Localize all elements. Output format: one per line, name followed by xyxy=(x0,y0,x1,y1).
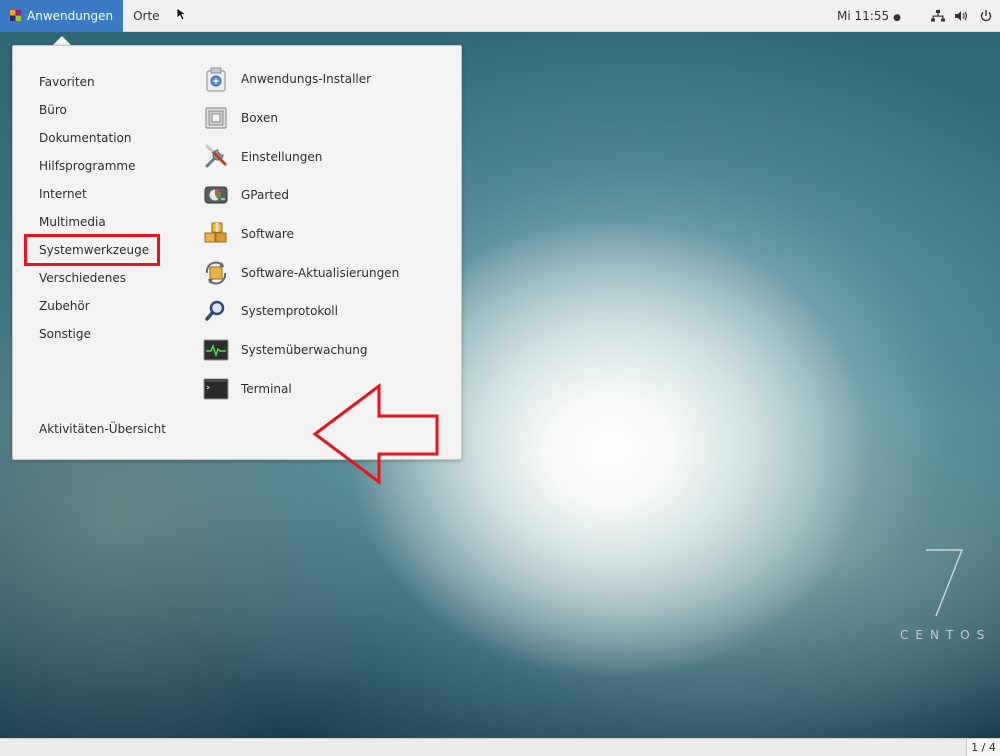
places-menu-button[interactable]: Orte xyxy=(125,0,167,32)
activities-overview-link[interactable]: Aktivitäten-Übersicht xyxy=(39,422,166,436)
category-label: Multimedia xyxy=(39,215,106,229)
category-dokumentation[interactable]: Dokumentation xyxy=(39,124,157,152)
app-label: Anwendungs-Installer xyxy=(241,72,372,87)
system-monitor-icon xyxy=(203,337,229,363)
category-internet[interactable]: Internet xyxy=(39,180,157,208)
category-sonstige[interactable]: Sonstige xyxy=(39,320,157,348)
category-favoriten[interactable]: Favoriten xyxy=(39,68,157,96)
applications-menu-label: Anwendungen xyxy=(27,8,114,23)
menu-pointer-arrow xyxy=(53,36,71,45)
category-label: Internet xyxy=(39,187,87,201)
category-label: Zubehör xyxy=(39,299,90,313)
app-label: Software xyxy=(241,227,294,242)
applications-menu-button[interactable]: Anwendungen xyxy=(0,0,124,32)
activities-overview-label: Aktivitäten-Übersicht xyxy=(39,422,166,436)
app-label: Systemüberwachung xyxy=(241,343,368,358)
terminal-icon xyxy=(203,376,229,402)
app-systemueberwachung[interactable]: Systemüberwachung xyxy=(203,331,399,370)
category-list: Favoriten Büro Dokumentation Hilfsprogra… xyxy=(23,68,161,348)
category-label: Sonstige xyxy=(39,327,91,341)
app-label: Terminal xyxy=(241,381,292,396)
network-wired-icon[interactable] xyxy=(931,10,945,22)
applications-menu: Favoriten Büro Dokumentation Hilfsprogra… xyxy=(12,45,462,485)
category-verschiedenes[interactable]: Verschiedenes xyxy=(39,264,157,292)
app-systemprotokoll[interactable]: Systemprotokoll xyxy=(203,292,399,331)
category-zubehoer[interactable]: Zubehör xyxy=(39,292,157,320)
workspace-indicator[interactable]: 1 / 4 xyxy=(966,739,1000,756)
package-installer-icon xyxy=(203,66,229,92)
category-label: Favoriten xyxy=(39,75,95,89)
power-icon[interactable] xyxy=(980,10,992,22)
app-software-aktualisierungen[interactable]: Software-Aktualisierungen xyxy=(203,253,399,292)
log-magnifier-icon xyxy=(203,298,229,324)
clock-button[interactable]: Mi 11:55 ● xyxy=(837,9,901,23)
app-label: Boxen xyxy=(241,111,278,126)
centos-wordmark: CENTOS xyxy=(900,628,992,642)
app-label: Einstellungen xyxy=(241,149,323,164)
boxes-icon xyxy=(203,105,229,131)
category-label: Systemwerkzeuge xyxy=(39,243,150,257)
top-bar: Anwendungen Orte Mi 11:55 ● xyxy=(0,0,1000,32)
notification-dot: ● xyxy=(893,13,901,23)
category-label: Hilfsprogramme xyxy=(39,159,136,173)
category-label: Verschiedenes xyxy=(39,271,127,285)
app-boxen[interactable]: Boxen xyxy=(203,99,399,138)
app-gparted[interactable]: GParted xyxy=(203,176,399,215)
category-hilfsprogramme[interactable]: Hilfsprogramme xyxy=(39,152,157,180)
places-menu-label: Orte xyxy=(133,8,160,23)
gparted-disk-icon xyxy=(203,182,229,208)
category-buero[interactable]: Büro xyxy=(39,96,157,124)
category-label: Büro xyxy=(39,103,67,117)
volume-icon[interactable] xyxy=(955,10,970,22)
red-arrow-annotation xyxy=(312,383,439,485)
app-label: Systemprotokoll xyxy=(241,304,338,319)
category-label: Dokumentation xyxy=(39,131,132,145)
clock-text: Mi 11:55 xyxy=(837,9,890,23)
mouse-pointer-icon xyxy=(176,7,188,24)
app-einstellungen[interactable]: Einstellungen xyxy=(203,137,399,176)
settings-tools-icon xyxy=(203,144,229,170)
software-update-icon xyxy=(203,260,229,286)
bottom-bar: 1 / 4 xyxy=(0,738,1000,756)
category-multimedia[interactable]: Multimedia xyxy=(39,208,157,236)
category-systemwerkzeuge[interactable]: Systemwerkzeuge xyxy=(23,234,161,266)
app-software[interactable]: Software xyxy=(203,215,399,254)
application-list: Anwendungs-Installer Boxen Einstellungen… xyxy=(203,60,399,408)
software-packages-icon xyxy=(203,221,229,247)
app-label: GParted xyxy=(241,188,289,203)
centos-version-mark xyxy=(926,549,964,617)
app-label: Software-Aktualisierungen xyxy=(241,265,400,280)
centos-logo-icon xyxy=(10,10,21,21)
app-anwendungs-installer[interactable]: Anwendungs-Installer xyxy=(203,60,399,99)
